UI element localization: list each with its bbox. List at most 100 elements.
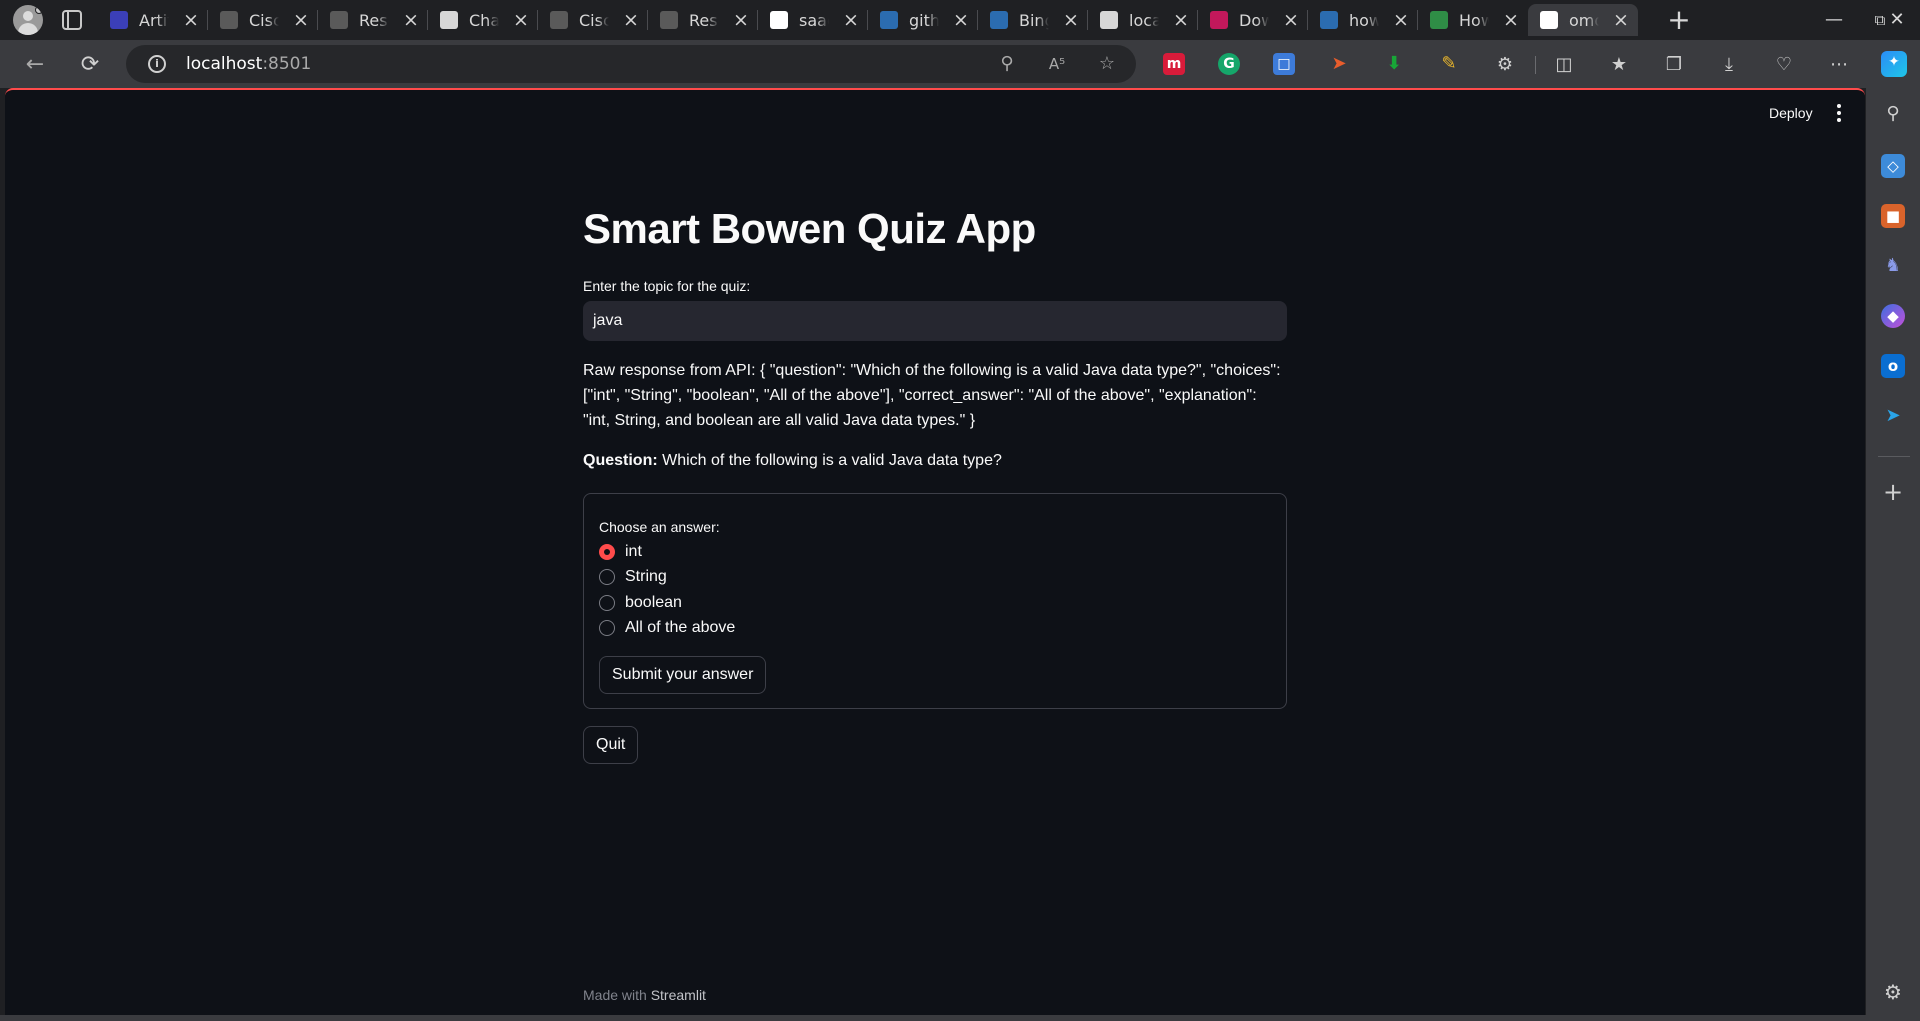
browser-tab[interactable]: Resources × xyxy=(318,4,428,36)
address-bar[interactable]: i localhost:8501 ⚲ A⁵ ☆ xyxy=(126,45,1136,83)
radio-option-all-of-the-above[interactable]: All of the above xyxy=(599,617,735,639)
browser-tab[interactable]: How × xyxy=(1418,4,1528,36)
main-menu-icon[interactable] xyxy=(1835,104,1843,122)
radio-option-string[interactable]: String xyxy=(599,566,667,588)
tab-close-icon[interactable]: × xyxy=(622,11,640,30)
browser-tab[interactable]: saagar × xyxy=(758,4,868,36)
radio-option-int[interactable]: int xyxy=(599,541,642,563)
pencil-extension-icon[interactable]: ✎ xyxy=(1438,53,1460,75)
streamlit-link[interactable]: Streamlit xyxy=(651,987,706,1003)
sidebar-send-icon[interactable]: ➤ xyxy=(1881,404,1905,428)
browser-tab[interactable]: Cisco × xyxy=(208,4,318,36)
favorite-star-icon[interactable]: ☆ xyxy=(1096,53,1118,75)
extensions-puzzle-icon[interactable]: ⚙ xyxy=(1493,53,1517,77)
radio-option-boolean[interactable]: boolean xyxy=(599,592,682,614)
chatgpt-icon xyxy=(440,11,458,29)
tab-close-icon[interactable]: × xyxy=(842,11,860,30)
tab-close-icon[interactable]: × xyxy=(952,11,970,30)
browser-tab[interactable]: Download × xyxy=(1198,4,1308,36)
download-extension-icon[interactable]: ⬇ xyxy=(1383,53,1405,75)
site-info-icon[interactable]: i xyxy=(148,55,166,73)
tab-actions-icon[interactable] xyxy=(62,10,82,30)
bing-search-icon xyxy=(880,11,898,29)
rocket-extension-icon[interactable]: ➤ xyxy=(1328,53,1350,75)
new-tab-plus-icon[interactable]: + xyxy=(1665,6,1693,34)
browser-tab[interactable]: localhost × xyxy=(1088,4,1198,36)
tab-close-icon[interactable]: × xyxy=(1502,11,1520,30)
topic-label: Enter the topic for the quiz: xyxy=(583,278,751,294)
browser-tab[interactable]: ChatGPT × xyxy=(428,4,538,36)
browser-essentials-icon[interactable]: ♡ xyxy=(1772,53,1796,77)
submit-answer-button[interactable]: Submit your answer xyxy=(599,656,767,694)
collections-icon[interactable]: ❐ xyxy=(1662,53,1686,77)
address-url[interactable]: localhost:8501 xyxy=(186,54,311,74)
browser-tab[interactable]: Cisco × xyxy=(538,4,648,36)
browser-tab[interactable]: github × xyxy=(868,4,978,36)
tab-title: Cisco xyxy=(249,10,279,30)
minimize-icon[interactable]: — xyxy=(1811,0,1857,40)
sidebar-search-icon[interactable]: ⚲ xyxy=(1881,102,1905,126)
tab-close-icon[interactable]: × xyxy=(1062,11,1080,30)
sidebar-settings-gear-icon[interactable]: ⚙ xyxy=(1881,980,1905,1004)
grid-icon xyxy=(660,11,678,29)
answer-form: Choose an answer: int String boolean All… xyxy=(583,493,1287,709)
sidebar-add-icon[interactable]: + xyxy=(1881,480,1905,504)
browser-tab[interactable]: how × xyxy=(1308,4,1418,36)
raw-response-text: Raw response from API: { "question": "Wh… xyxy=(583,362,1281,429)
tab-close-icon[interactable]: × xyxy=(1282,11,1300,30)
sidebar-microsoft365-icon[interactable]: ◆ xyxy=(1881,304,1905,328)
zoom-out-icon[interactable]: ⚲ xyxy=(996,53,1018,75)
page-title: Smart Bowen Quiz App xyxy=(583,205,1036,252)
mendeley-extension-icon[interactable]: m xyxy=(1163,53,1185,75)
profile-avatar-icon[interactable] xyxy=(13,5,43,35)
split-screen-icon[interactable]: ◫ xyxy=(1552,53,1576,77)
radio-unselected-icon[interactable] xyxy=(599,620,615,636)
copilot-icon[interactable]: ✦ xyxy=(1881,51,1907,77)
tab-title: Download xyxy=(1239,10,1269,30)
browser-tab[interactable]: Bing × xyxy=(978,4,1088,36)
tab-close-icon[interactable]: × xyxy=(292,11,310,30)
crown-icon xyxy=(1540,11,1558,29)
tab-title: localhost xyxy=(1129,10,1159,30)
sidebar-outlook-icon[interactable]: o xyxy=(1881,354,1905,378)
refresh-icon[interactable]: ⟳ xyxy=(75,50,105,80)
favorites-icon[interactable]: ★ xyxy=(1607,53,1631,77)
read-aloud-icon[interactable]: A⁵ xyxy=(1046,53,1068,75)
browser-tab[interactable]: omdb × xyxy=(1528,4,1638,36)
radio-unselected-icon[interactable] xyxy=(599,595,615,611)
tab-close-icon[interactable]: × xyxy=(1612,11,1630,30)
grid-icon xyxy=(550,11,568,29)
tab-title: omdb xyxy=(1569,10,1599,30)
tab-title: Cisco xyxy=(579,10,609,30)
settings-more-icon[interactable]: ⋯ xyxy=(1827,53,1851,77)
sidebar-tools-briefcase-icon[interactable]: ■ xyxy=(1881,204,1905,228)
quit-button[interactable]: Quit xyxy=(583,726,639,764)
downloads-icon[interactable]: ⤓ xyxy=(1717,53,1741,77)
jetbrains-icon xyxy=(1210,11,1228,29)
tab-title: How xyxy=(1459,10,1489,30)
picture-extension-icon[interactable]: □ xyxy=(1273,53,1295,75)
tab-close-icon[interactable]: × xyxy=(1392,11,1410,30)
sidebar-games-icon[interactable]: ♞ xyxy=(1881,254,1905,278)
sidebar-shopping-tag-icon[interactable]: ◇ xyxy=(1881,154,1905,178)
window-close-icon[interactable]: ✕ xyxy=(1874,0,1920,40)
topic-input[interactable]: java xyxy=(583,301,1287,341)
radio-unselected-icon[interactable] xyxy=(599,569,615,585)
tab-close-icon[interactable]: × xyxy=(732,11,750,30)
bing-search-icon xyxy=(990,11,1008,29)
grammarly-extension-icon[interactable]: G xyxy=(1218,53,1240,75)
tab-close-icon[interactable]: × xyxy=(182,11,200,30)
grid-icon xyxy=(220,11,238,29)
tab-close-icon[interactable]: × xyxy=(402,11,420,30)
tab-title: Resources xyxy=(689,10,719,30)
tab-title: github xyxy=(909,10,939,30)
tab-close-icon[interactable]: × xyxy=(512,11,530,30)
back-arrow-icon[interactable]: ← xyxy=(20,50,50,80)
github-icon xyxy=(770,11,788,29)
browser-tab[interactable]: Artifacts × xyxy=(98,4,208,36)
window-bottom-edge xyxy=(0,1015,1866,1021)
radio-selected-icon[interactable] xyxy=(599,544,615,560)
tab-close-icon[interactable]: × xyxy=(1172,11,1190,30)
browser-tab[interactable]: Resources × xyxy=(648,4,758,36)
deploy-button[interactable]: Deploy xyxy=(1769,105,1813,121)
